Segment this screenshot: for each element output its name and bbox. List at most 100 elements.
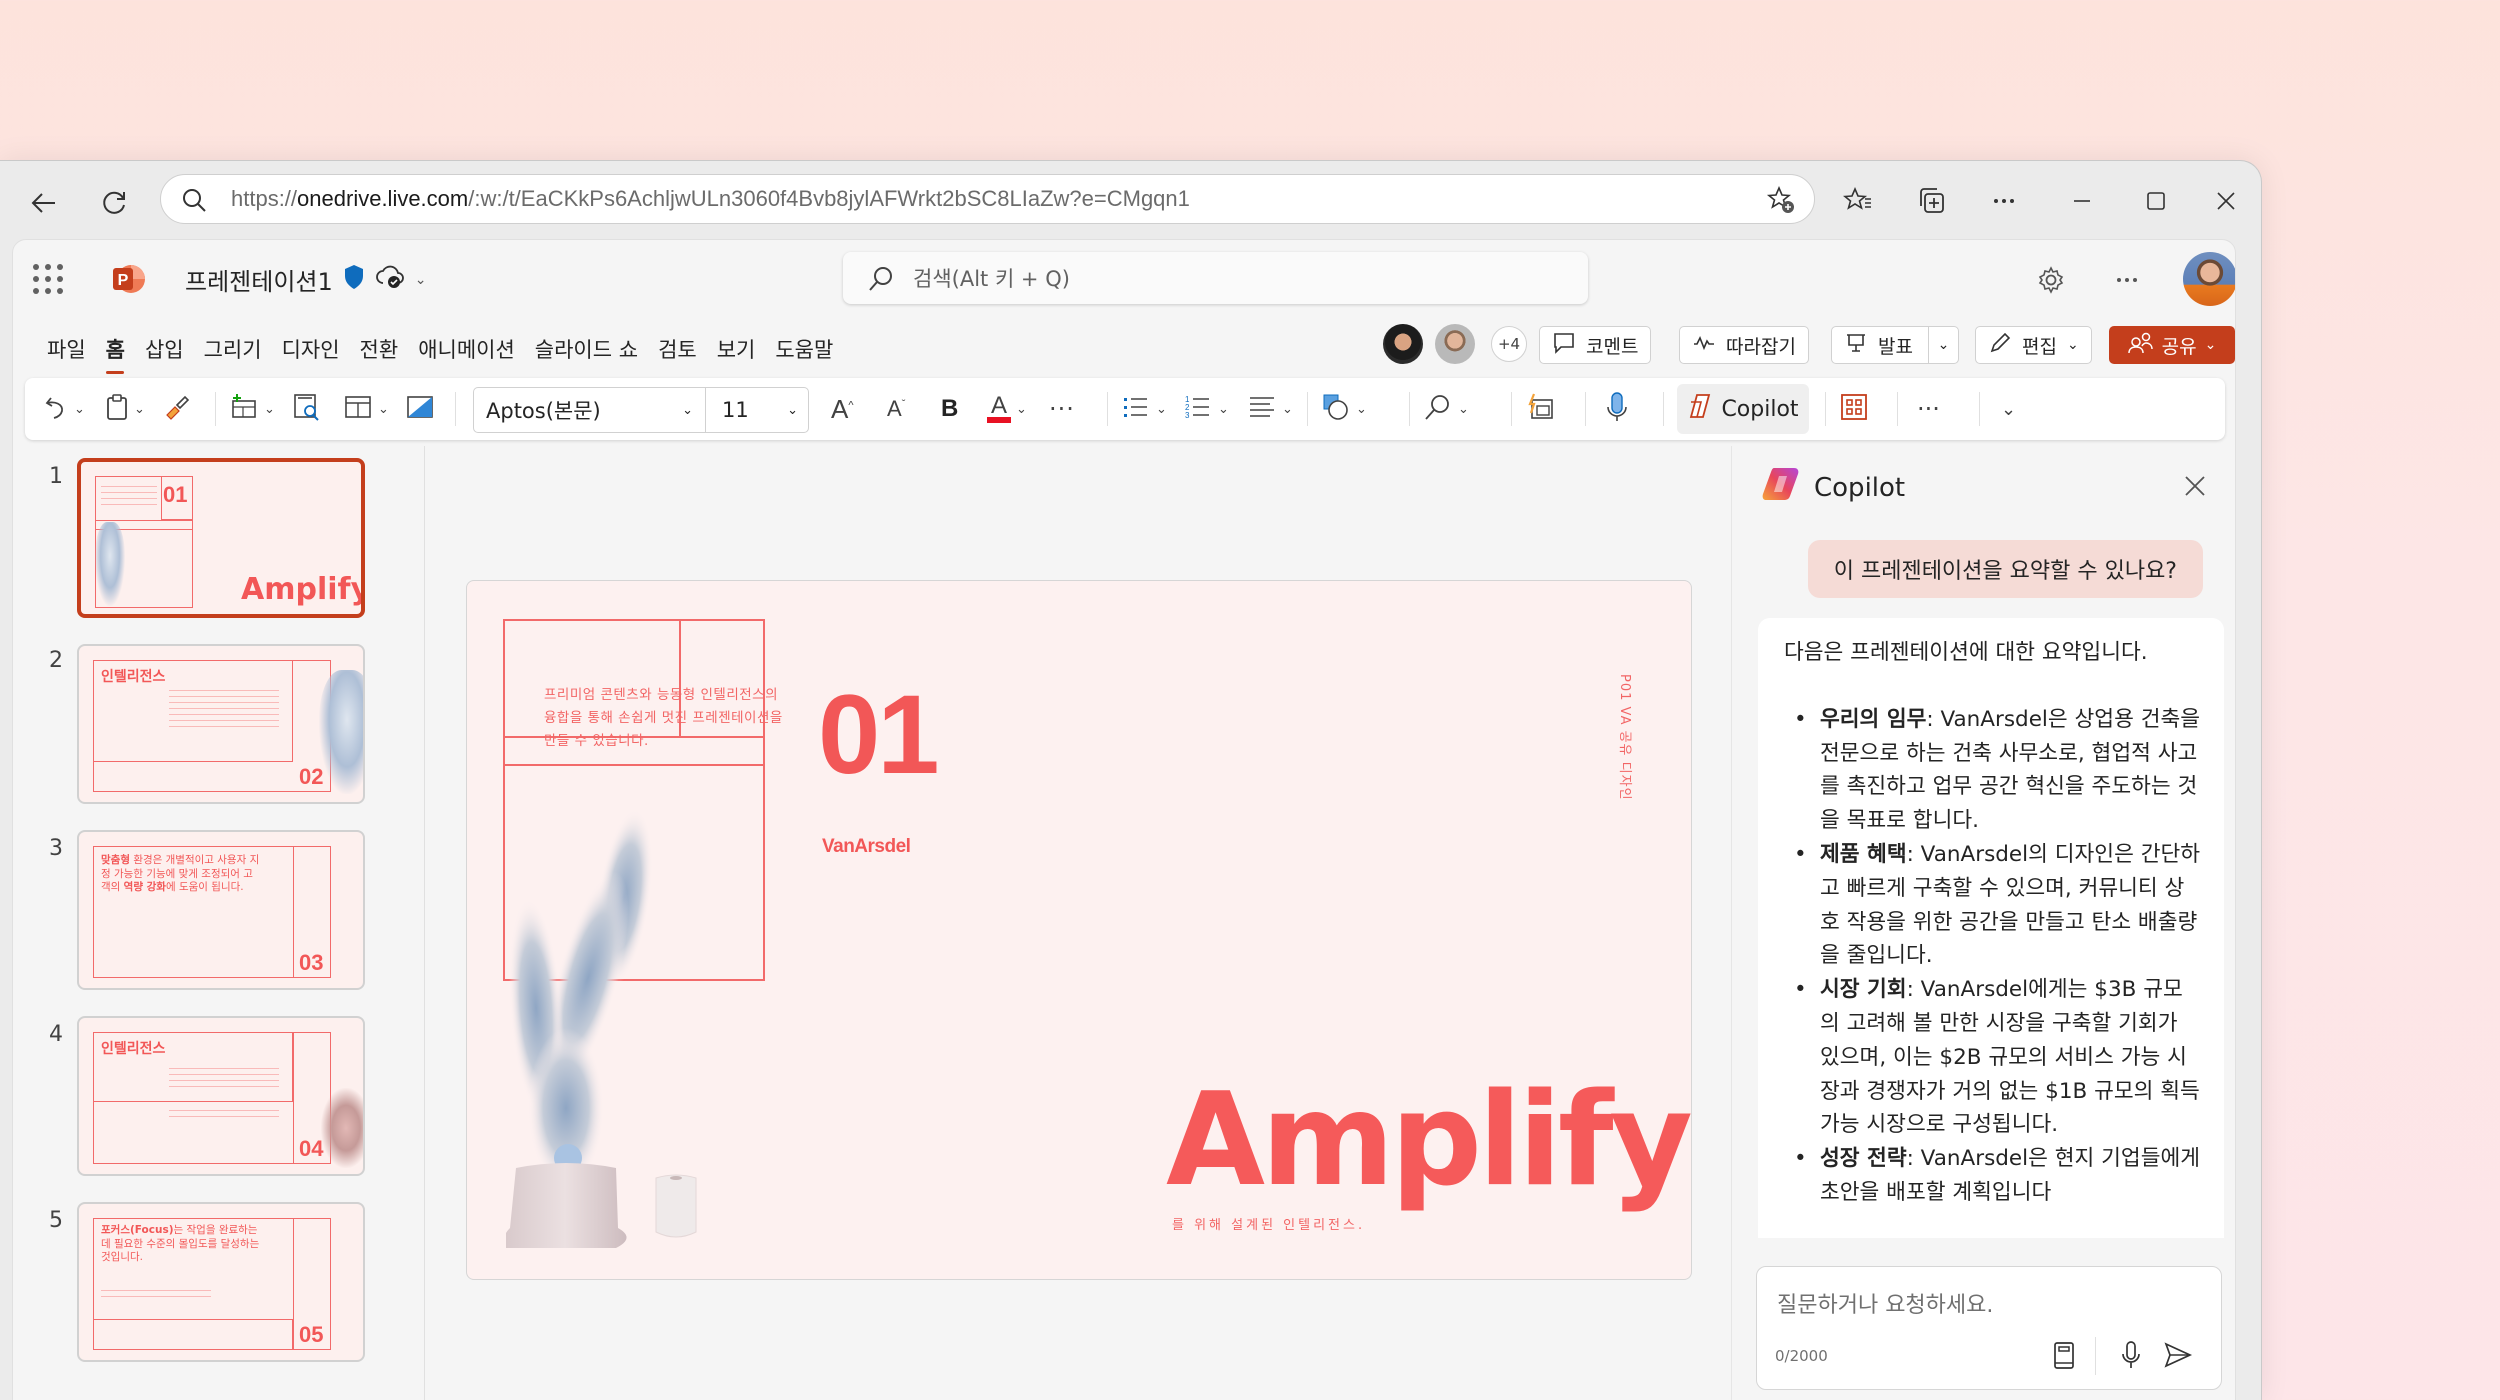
- thumbnail-number: 4: [49, 1022, 63, 1047]
- user-prompt-text: 이 프레젠테이션을 요약할 수 있나요?: [1833, 559, 2177, 584]
- bullets-button[interactable]: ⌄: [1121, 388, 1167, 430]
- decrease-font-size-button[interactable]: Aˇ: [887, 388, 905, 430]
- cloud-saved-icon[interactable]: [375, 263, 405, 297]
- menu-tab[interactable]: 디자인: [272, 330, 350, 370]
- slide-thumbnail-3[interactable]: 맞춤형 환경은 개별적이고 사용자 지정 가능한 기능에 맞게 조정되어 고객의…: [77, 830, 365, 990]
- body-text-lines: [169, 690, 279, 730]
- font-picker[interactable]: Aptos(본문) ⌄ 11 ⌄: [473, 387, 809, 433]
- powerpoint-app: P 프레젠테이션1 ⌄ 검색(Alt 키 + Q) 파일 홈 삽입 그리기 디자인 전환 애…: [12, 239, 2236, 1400]
- address-bar[interactable]: https://onedrive.live.com/:w:/t/EaCKkPs6…: [160, 174, 1815, 224]
- align-button[interactable]: ⌄: [1247, 388, 1293, 430]
- close-icon[interactable]: [2206, 181, 2246, 221]
- collections-icon[interactable]: [1912, 181, 1952, 221]
- undo-button[interactable]: ⌄: [43, 388, 85, 430]
- minimize-icon[interactable]: [2062, 181, 2102, 221]
- shapes-button[interactable]: ⌄: [1321, 388, 1367, 430]
- slide-thumbnail-1[interactable]: 01 Amplify: [77, 458, 365, 618]
- chevron-down-icon: ⌄: [2001, 398, 2017, 420]
- share-label: 공유: [2161, 335, 2197, 358]
- layout-button[interactable]: ⌄: [343, 388, 389, 430]
- back-icon[interactable]: [22, 181, 66, 225]
- chevron-down-icon: ⌄: [1458, 401, 1469, 417]
- collaborator-avatar[interactable]: [1435, 324, 1475, 364]
- font-size-dropdown[interactable]: 11 ⌄: [706, 388, 808, 432]
- ribbon-expand-button[interactable]: ⌄: [2001, 388, 2016, 430]
- share-people-icon: [2127, 332, 2154, 359]
- slide-thumbnail-5[interactable]: 포커스(Focus)는 작업을 완료하는 데 필요한 수준의 몰입도를 달성하는…: [77, 1202, 365, 1362]
- plant-image: [95, 522, 125, 606]
- share-button[interactable]: 공유 ⌄: [2109, 326, 2235, 364]
- dictate-button[interactable]: [1605, 388, 1629, 430]
- new-slide-button[interactable]: ⌄: [229, 388, 275, 430]
- user-avatar[interactable]: [2183, 252, 2235, 306]
- comment-button[interactable]: 코멘트: [1539, 326, 1652, 364]
- more-icon: ···: [1917, 395, 1940, 423]
- menu-tab[interactable]: 검토: [648, 330, 707, 370]
- slide-thumbnail-4[interactable]: 인텔리전스 04: [77, 1016, 365, 1176]
- refresh-icon[interactable]: [92, 181, 136, 225]
- menu-tab[interactable]: 파일: [37, 330, 96, 370]
- bullet-list-icon: [1121, 393, 1151, 426]
- present-button[interactable]: 발표 ⌄: [1831, 326, 1959, 364]
- prompt-guide-book-icon[interactable]: [2051, 1341, 2077, 1375]
- copilot-ribbon-button[interactable]: Copilot: [1677, 384, 1809, 434]
- more-commands-button[interactable]: ···: [1917, 388, 1940, 430]
- maximize-icon[interactable]: [2136, 181, 2176, 221]
- catch-up-button[interactable]: 따라잡기: [1679, 326, 1809, 364]
- menu-tab[interactable]: 전환: [350, 330, 409, 370]
- current-slide[interactable]: [466, 580, 1692, 1280]
- font-name-dropdown[interactable]: Aptos(본문) ⌄: [474, 388, 706, 432]
- bold-button[interactable]: B: [941, 388, 958, 430]
- app-launcher-icon[interactable]: [33, 264, 63, 294]
- add-favorite-icon[interactable]: [1766, 185, 1796, 221]
- chevron-down-icon: ⌄: [1356, 401, 1367, 417]
- designer-button[interactable]: [1525, 388, 1555, 430]
- search-input[interactable]: 검색(Alt 키 + Q): [843, 252, 1588, 304]
- format-painter-button[interactable]: [163, 388, 191, 430]
- edit-mode-button[interactable]: 편집 ⌄: [1975, 326, 2092, 364]
- microphone-icon[interactable]: [2119, 1339, 2143, 1375]
- menu-tab[interactable]: 그리기: [194, 330, 272, 370]
- send-icon[interactable]: [2163, 1341, 2193, 1373]
- sensitivity-shield-icon[interactable]: [343, 264, 365, 296]
- close-copilot-button[interactable]: [2177, 468, 2213, 504]
- menu-tab[interactable]: 도움말: [765, 330, 843, 370]
- settings-gear-icon[interactable]: [2033, 262, 2069, 298]
- reuse-slides-button[interactable]: [291, 388, 321, 430]
- collaborators-more-badge[interactable]: +4: [1491, 326, 1527, 362]
- more-options-icon[interactable]: [2109, 262, 2145, 298]
- font-color-button[interactable]: A ⌄: [987, 388, 1027, 430]
- copilot-input[interactable]: 질문하거나 요청하세요. 0/2000: [1756, 1266, 2222, 1390]
- menu-tab[interactable]: 슬라이드 쇼: [525, 330, 648, 370]
- numbering-button[interactable]: 123 ⌄: [1183, 388, 1229, 430]
- paste-button[interactable]: ⌄: [105, 388, 145, 430]
- thumbnail-number: 2: [49, 648, 63, 673]
- document-title[interactable]: 프레젠테이션1 ⌄: [185, 262, 426, 297]
- bullet-heading: 시장 기회: [1820, 977, 1907, 1003]
- menu-tab[interactable]: 삽입: [135, 330, 194, 370]
- background-button[interactable]: [405, 388, 435, 430]
- shrink-font-icon: Aˇ: [887, 396, 906, 421]
- activity-icon: [1692, 331, 1716, 360]
- menu-tab[interactable]: 애니메이션: [408, 330, 525, 370]
- increase-font-size-button[interactable]: A^: [831, 388, 854, 430]
- chevron-down-icon: ⌄: [1282, 401, 1293, 417]
- chevron-down-icon: ⌄: [264, 401, 275, 417]
- catch-up-label: 따라잡기: [1726, 335, 1796, 358]
- more-icon[interactable]: [1984, 181, 2024, 221]
- copilot-pane: Copilot 이 프레젠테이션을 요약할 수 있나요? 다음은 프레젠테이션에…: [1731, 446, 2235, 1400]
- chevron-down-icon[interactable]: ⌄: [415, 272, 427, 288]
- bold-text: 역량 강화: [123, 881, 166, 894]
- menu-tab[interactable]: 보기: [707, 330, 766, 370]
- favorites-icon[interactable]: [1838, 181, 1878, 221]
- bold-text: 맞춤형: [101, 854, 130, 866]
- menu-tab[interactable]: 홈: [96, 330, 135, 370]
- find-button[interactable]: ⌄: [1423, 388, 1469, 430]
- present-dropdown-chevron-icon[interactable]: ⌄: [1928, 327, 1958, 363]
- collaborator-avatar[interactable]: [1383, 324, 1423, 364]
- present-label: 발표: [1878, 335, 1913, 358]
- copilot-ribbon-label: Copilot: [1721, 396, 1799, 422]
- more-font-options-button[interactable]: ···: [1049, 388, 1075, 430]
- slide-thumbnail-2[interactable]: 인텔리전스 02: [77, 644, 365, 804]
- add-ins-button[interactable]: [1839, 388, 1869, 430]
